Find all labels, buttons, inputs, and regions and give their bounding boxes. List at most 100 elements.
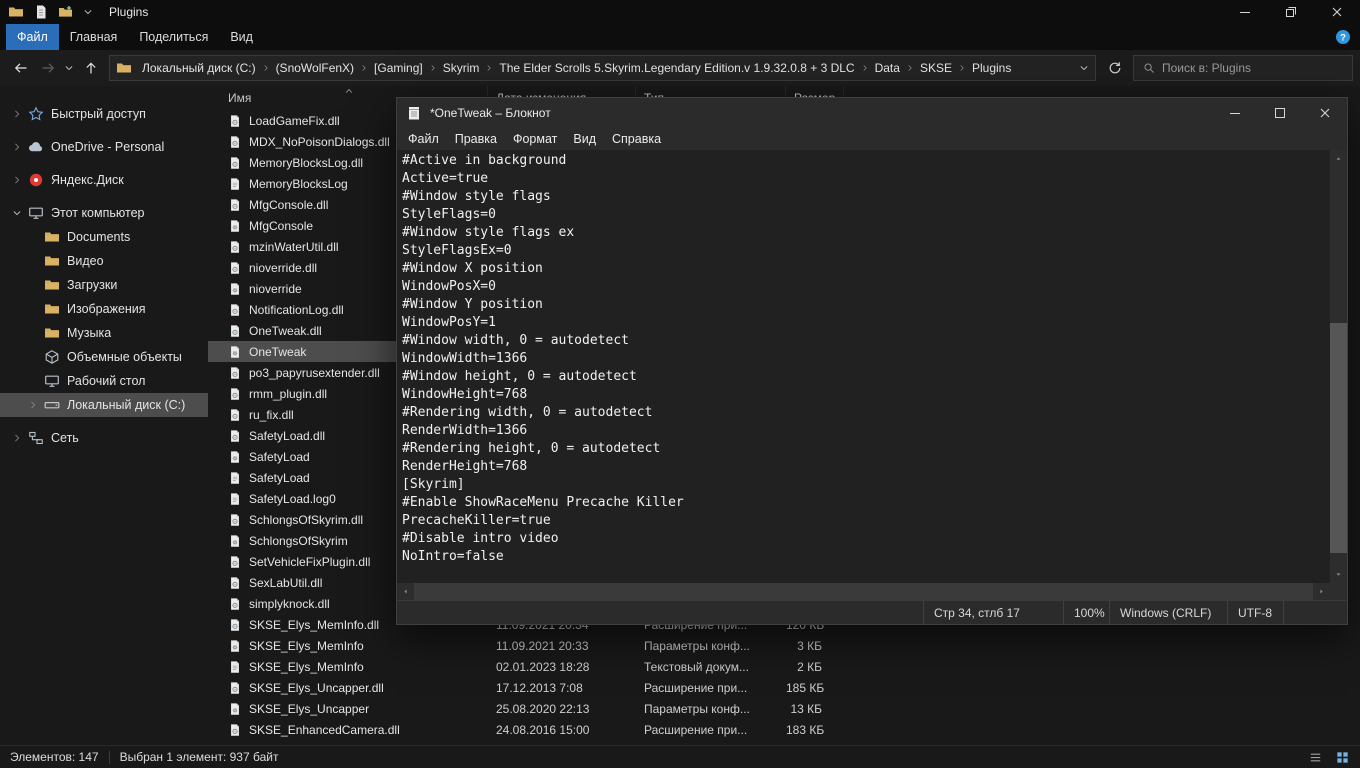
up-button[interactable] (77, 55, 104, 82)
properties-icon[interactable] (33, 4, 49, 20)
notepad-menu-format[interactable]: Формат (505, 132, 565, 146)
sidebar-item-label: Изображения (67, 302, 146, 316)
notepad-menubar: ФайлПравкаФорматВидСправка (397, 128, 1347, 150)
notepad-vertical-scrollbar[interactable] (1330, 150, 1347, 583)
notepad-title: *OneTweak – Блокнот (430, 106, 551, 120)
ribbon-tab-home[interactable]: Главная (59, 24, 129, 50)
breadcrumb-separator-icon (906, 64, 914, 72)
file-row[interactable]: SKSE_Elys_Uncapper.dll17.12.2013 7:08Рас… (208, 677, 844, 698)
sidebar-item-desktop[interactable]: Рабочий стол (0, 369, 208, 393)
breadcrumb-segment[interactable]: SKSE (914, 61, 958, 75)
new-folder-icon[interactable] (58, 4, 74, 20)
file-name: LoadGameFix.dll (249, 114, 340, 128)
file-size: 2 КБ (786, 660, 844, 674)
explorer-close-button[interactable] (1314, 0, 1360, 24)
scroll-left-icon[interactable] (401, 587, 410, 596)
address-field[interactable]: Локальный диск (C:) (SnoWolFenX) [Gaming] S… (109, 55, 1096, 81)
breadcrumb-segment[interactable]: [Gaming] (368, 61, 429, 75)
chevron-right-icon[interactable] (12, 433, 22, 443)
breadcrumb-segment[interactable]: Plugins (966, 61, 1017, 75)
explorer-restore-button[interactable] (1268, 0, 1314, 24)
explorer-statusbar: Элементов: 147 Выбран 1 элемент: 937 бай… (0, 745, 1360, 768)
scroll-down-icon[interactable] (1334, 570, 1343, 579)
file-name: SexLabUtil.dll (249, 576, 322, 590)
details-view-button[interactable] (1308, 750, 1323, 765)
scroll-right-icon[interactable] (1317, 587, 1326, 596)
file-name: SKSE_Elys_Uncapper (249, 702, 369, 716)
help-button[interactable]: ? (1335, 29, 1351, 45)
vertical-scrollbar-thumb[interactable] (1330, 323, 1347, 552)
scroll-up-icon[interactable] (1334, 154, 1343, 163)
dll-file-icon (228, 555, 242, 569)
file-name: NotificationLog.dll (249, 303, 344, 317)
breadcrumb-segment[interactable]: The Elder Scrolls 5.Skyrim.Legendary Edi… (493, 61, 860, 75)
config-file-icon (228, 639, 242, 653)
file-name: OneTweak.dll (249, 324, 322, 338)
file-row[interactable]: SKSE_Elys_Uncapper25.08.2020 22:13Параме… (208, 698, 844, 719)
sidebar-item-downloads[interactable]: Загрузки (0, 273, 208, 297)
ribbon-tab-file[interactable]: Файл (6, 24, 59, 50)
notepad-text-line: WindowWidth=1366 (402, 350, 1330, 368)
sidebar-item-pictures[interactable]: Изображения (0, 297, 208, 321)
sidebar-item-onedrive[interactable]: OneDrive - Personal (0, 135, 208, 159)
forward-button[interactable] (34, 55, 61, 82)
chevron-down-icon[interactable] (12, 208, 22, 218)
config-file-icon (228, 450, 242, 464)
refresh-button[interactable] (1101, 55, 1128, 82)
file-name: rmm_plugin.dll (249, 387, 327, 401)
search-input[interactable] (1162, 61, 1343, 75)
file-row[interactable]: SKSE_Elys_MemInfo11.09.2021 20:33Парамет… (208, 635, 844, 656)
sidebar-item-yandex-disk[interactable]: Яндекс.Диск (0, 168, 208, 192)
sidebar-item-local-disk-c[interactable]: Локальный диск (C:) (0, 393, 208, 417)
sidebar-item-music[interactable]: Музыка (0, 321, 208, 345)
file-name: SafetyLoad (249, 471, 310, 485)
notepad-text-line: RenderHeight=768 (402, 458, 1330, 476)
sidebar-item-objects-3d[interactable]: Объемные объекты (0, 345, 208, 369)
recent-locations-button[interactable] (61, 55, 77, 82)
address-dropdown-icon[interactable] (1079, 63, 1089, 73)
thumbnails-view-button[interactable] (1335, 750, 1350, 765)
chevron-right-icon[interactable] (12, 142, 22, 152)
notepad-close-button[interactable] (1302, 98, 1347, 128)
file-row[interactable]: SKSE_EnhancedCamera.dll24.08.2016 15:00Р… (208, 719, 844, 740)
search-box[interactable] (1133, 55, 1353, 81)
chevron-right-icon[interactable] (12, 175, 22, 185)
sidebar-item-videos[interactable]: Видео (0, 249, 208, 273)
ribbon-tab-share[interactable]: Поделиться (128, 24, 219, 50)
notepad-horizontal-scrollbar[interactable] (397, 583, 1330, 600)
file-name: SchlongsOfSkyrim (249, 534, 348, 548)
chevron-right-icon[interactable] (12, 109, 22, 119)
dll-file-icon (228, 387, 242, 401)
breadcrumb-segment[interactable]: (SnoWolFenX) (270, 61, 360, 75)
notepad-menu-view[interactable]: Вид (565, 132, 604, 146)
notepad-text-line: #Disable intro video (402, 530, 1330, 548)
qat-customize-chevron-icon[interactable] (83, 7, 93, 17)
file-row[interactable]: SKSE_Elys_MemInfo02.01.2023 18:28Текстов… (208, 656, 844, 677)
file-name: SchlongsOfSkyrim.dll (249, 513, 363, 527)
file-size: 183 КБ (786, 723, 844, 737)
chevron-right-icon[interactable] (28, 400, 38, 410)
file-size: 13 КБ (786, 702, 844, 716)
file-name: simplyknock.dll (249, 597, 330, 611)
sidebar-item-network[interactable]: Сеть (0, 426, 208, 450)
notepad-text[interactable]: #Active in backgroundActive=true#Window … (397, 150, 1330, 583)
explorer-minimize-button[interactable] (1222, 0, 1268, 24)
selection-info: Выбран 1 элемент: 937 байт (120, 750, 279, 764)
sidebar-item-documents[interactable]: Documents (0, 225, 208, 249)
file-type: Расширение при... (636, 723, 786, 737)
notepad-menu-file[interactable]: Файл (400, 132, 447, 146)
notepad-text-line: Active=true (402, 170, 1330, 188)
breadcrumb-segment[interactable]: Skyrim (437, 61, 486, 75)
sidebar-item-this-pc[interactable]: Этот компьютер (0, 201, 208, 225)
notepad-text-line: #Enable ShowRaceMenu Precache Killer (402, 494, 1330, 512)
notepad-minimize-button[interactable] (1212, 98, 1257, 128)
sidebar-item-quick-access[interactable]: Быстрый доступ (0, 102, 208, 126)
notepad-menu-edit[interactable]: Правка (447, 132, 505, 146)
ribbon-tab-view[interactable]: Вид (219, 24, 264, 50)
notepad-maximize-button[interactable] (1257, 98, 1302, 128)
notepad-menu-help[interactable]: Справка (604, 132, 669, 146)
breadcrumb-segment[interactable]: Локальный диск (C:) (136, 61, 262, 75)
breadcrumb-segment[interactable]: Data (869, 61, 906, 75)
back-button[interactable] (7, 55, 34, 82)
horizontal-scrollbar-thumb[interactable] (414, 583, 1313, 600)
